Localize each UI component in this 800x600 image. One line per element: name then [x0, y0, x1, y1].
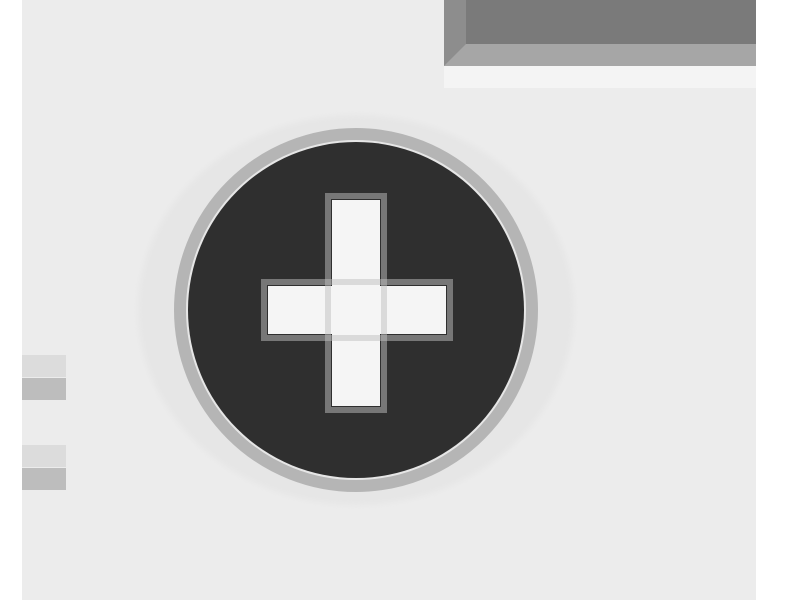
edge-tick: [22, 355, 66, 377]
toolbar-bar-underline: [444, 66, 756, 88]
edge-tick: [22, 468, 66, 490]
zoomed-viewport: [0, 0, 800, 600]
edge-tick: [22, 445, 66, 467]
plus-circle-icon: [138, 115, 574, 505]
edge-tick: [22, 378, 66, 400]
plus-vertical-stroke: [332, 200, 380, 406]
toolbar-bar: [444, 0, 756, 66]
add-button[interactable]: [134, 110, 578, 510]
